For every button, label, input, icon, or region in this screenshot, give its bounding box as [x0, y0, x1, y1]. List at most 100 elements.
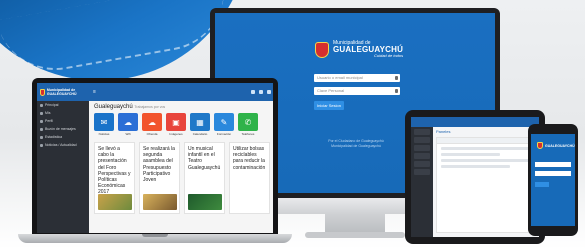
news-card[interactable]: Utilizar bolsas reciclables para reducir… [229, 142, 270, 214]
crest-icon [315, 41, 329, 58]
news-card[interactable]: Un musical infantil en el Teatro Gualegu… [184, 142, 225, 214]
panel-line [441, 159, 531, 162]
phone-password-input[interactable] [535, 171, 571, 176]
crest-icon [537, 142, 543, 149]
sidebar: Municipalidad de GUALEGUAYCHÚ Principal … [37, 83, 89, 233]
app-tile[interactable]: ✎ Formación [214, 113, 234, 136]
sidebar-item[interactable]: Buzón de mensajes [37, 125, 89, 133]
app-tile-icon: ☁ [118, 113, 138, 131]
app-tile[interactable]: ✉ Noticias [94, 113, 114, 136]
app-tile[interactable]: ☁ Ofrenda [142, 113, 162, 136]
news-card-title: Utilizar bolsas reciclables para reducir… [233, 146, 266, 171]
tablet-nav-item[interactable] [414, 129, 430, 135]
news-image [143, 194, 177, 210]
panel-line [441, 147, 531, 150]
mail-icon[interactable] [251, 90, 255, 94]
laptop-lid: Municipalidad de GUALEGUAYCHÚ Principal … [32, 78, 278, 236]
tablet: Paneles [405, 110, 545, 244]
phone-username-input[interactable] [535, 162, 571, 167]
sidebar-item[interactable]: Principal [37, 101, 89, 109]
app-tile-icon: ✉ [94, 113, 114, 131]
sidebar-item[interactable]: Estadística [37, 133, 89, 141]
news-image [98, 194, 132, 210]
bell-icon[interactable] [259, 90, 263, 94]
panel-line [441, 165, 510, 168]
password-placeholder: Clave Personal [317, 88, 345, 93]
news-card[interactable]: Se llevó a cabo la presentación del Foro… [94, 142, 135, 214]
news-image [188, 194, 222, 210]
logo-tagline: Cuidad de todos [373, 53, 404, 58]
news-card-title: Un musical infantil en el Teatro Gualegu… [188, 146, 221, 171]
nav-icon [40, 143, 43, 147]
laptop-notch [142, 234, 168, 237]
nav-icon [40, 103, 43, 107]
user-icon[interactable] [267, 90, 271, 94]
tablet-nav-item[interactable] [414, 145, 430, 151]
brand-label: Municipalidad de GUALEGUAYCHÚ [46, 88, 77, 96]
nav-icon [40, 111, 43, 115]
tablet-nav-item[interactable] [414, 161, 430, 167]
page-title-text: Gualeguaychú [94, 104, 133, 110]
tablet-nav-item[interactable] [414, 169, 430, 175]
sidebar-item-label: Noticias / Actualidad [45, 143, 77, 147]
login-footer: Por el Ciudadano de Gualeguaychú Municip… [301, 139, 411, 149]
page-title: Gualeguaychú Trabajamos por vos [89, 101, 273, 113]
tablet-sidebar [411, 117, 433, 237]
nav-icon [40, 119, 43, 123]
menu-icon[interactable]: ≡ [93, 89, 96, 95]
phone-login-screen: GUALEGUAYCHÚ [531, 134, 575, 226]
app-tile-icon: ☁ [142, 113, 162, 131]
tablet-nav-item[interactable] [414, 153, 430, 159]
tablet-title: Paneles [436, 129, 451, 134]
news-cards: Se llevó a cabo la presentación del Foro… [89, 136, 273, 214]
tablet-sidebar-head [411, 117, 433, 127]
app-tile[interactable]: ▣ Imágenes [166, 113, 186, 136]
app-tile[interactable]: ▦ Calendario [190, 113, 210, 136]
tablet-screen: Paneles [411, 117, 539, 237]
phone-login-button[interactable] [535, 182, 549, 187]
sidebar-item-label: Principal [45, 103, 59, 107]
tablet-nav-item[interactable] [414, 137, 430, 143]
topbar: ≡ [89, 83, 273, 101]
dashboard-screen: Municipalidad de GUALEGUAYCHÚ Principal … [37, 83, 273, 233]
message-panel [436, 137, 536, 233]
nav-icon [40, 135, 43, 139]
footer-line-2: Municipalidad de Gualeguaychú [331, 144, 381, 148]
sidebar-item-label: Perfil [45, 119, 53, 123]
page-subtitle: Trabajamos por vos [134, 105, 166, 109]
app-tile[interactable]: ✆ Teléfonos [238, 113, 258, 136]
app-tiles: ✉ Noticias ☁ Wifi ☁ Ofrenda ▣ Imágenes ▦ Calendar… [89, 113, 273, 136]
sidebar-item[interactable]: Perfil [37, 117, 89, 125]
sidebar-item[interactable]: Noticias / Actualidad [37, 141, 89, 149]
phone-logo: GUALEGUAYCHÚ [537, 142, 575, 149]
sidebar-item-label: Mis [45, 111, 51, 115]
main-content: ≡ Gualeguaychú Trabajamos por vos ✉ Notic… [89, 83, 273, 233]
sidebar-brand: Municipalidad de GUALEGUAYCHÚ [37, 83, 89, 101]
municipal-logo: Municipalidad de GUALEGUAYCHÚ Cuidad de … [315, 41, 403, 58]
login-button[interactable]: Iniciar Sesion [314, 101, 344, 110]
password-input[interactable]: Clave Personal [314, 87, 400, 95]
sidebar-item-label: Estadística [45, 135, 63, 139]
phone-brand: GUALEGUAYCHÚ [545, 143, 575, 148]
nav-icon [40, 127, 43, 131]
panel-toolbar [437, 138, 535, 144]
username-input[interactable]: Usuario o email municipal [314, 74, 400, 82]
sidebar-item[interactable]: Mis [37, 109, 89, 117]
news-card[interactable]: Se realizará la segunda asamblea del Pre… [139, 142, 180, 214]
monitor-base [305, 232, 405, 238]
app-tile-icon: ▣ [166, 113, 186, 131]
tablet-main: Paneles [433, 117, 539, 237]
lock-icon [395, 89, 398, 93]
username-placeholder: Usuario o email municipal [317, 75, 363, 80]
news-card-title: Se realizará la segunda asamblea del Pre… [143, 146, 175, 184]
crest-icon [40, 88, 45, 96]
user-icon [395, 76, 398, 80]
app-tile[interactable]: ☁ Wifi [118, 113, 138, 136]
laptop: Municipalidad de GUALEGUAYCHÚ Principal … [18, 78, 292, 246]
tablet-topbar [433, 117, 539, 127]
phone: GUALEGUAYCHÚ [528, 124, 578, 236]
news-card-title: Se llevó a cabo la presentación del Foro… [98, 146, 131, 196]
monitor-stand [325, 214, 385, 234]
panel-line [441, 153, 500, 156]
app-tile-icon: ✎ [214, 113, 234, 131]
